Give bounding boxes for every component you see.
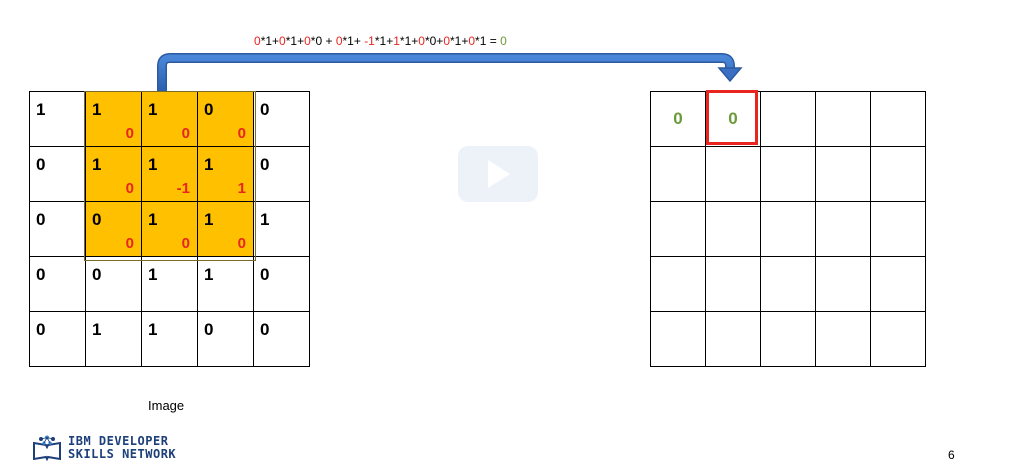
pixel-value: 1 [92, 100, 102, 119]
kernel-weight: 0 [237, 125, 246, 142]
output-cell [761, 147, 816, 202]
pixel-value: 1 [148, 265, 158, 284]
image-cell: 1 [30, 92, 86, 147]
pixel-value: 0 [92, 265, 102, 284]
output-cell [706, 312, 761, 367]
image-cell: 0 [30, 257, 86, 312]
pixel-value: 0 [36, 320, 46, 339]
kernel-weight: 0 [125, 180, 134, 197]
image-cell: 10 [86, 147, 142, 202]
image-cell: 0 [254, 92, 310, 147]
pixel-value: 1 [148, 320, 158, 339]
output-cell [816, 202, 871, 257]
book-network-icon [33, 435, 61, 461]
pixel-value: 0 [36, 210, 46, 229]
pixel-value: 1 [148, 210, 158, 229]
pixel-value: 0 [260, 265, 270, 284]
image-cell: 1 [86, 312, 142, 367]
kernel-weight: 0 [181, 235, 190, 252]
output-cell [706, 147, 761, 202]
output-cell [651, 312, 706, 367]
pixel-value: 1 [260, 210, 270, 229]
output-cell [706, 257, 761, 312]
image-cell: 0 [254, 147, 310, 202]
pixel-value: 1 [148, 155, 158, 174]
output-cell [871, 147, 926, 202]
pixel-value: 1 [148, 100, 158, 119]
output-cell [871, 92, 926, 147]
pixel-value: 0 [204, 100, 214, 119]
output-cell [761, 202, 816, 257]
kernel-weight: 0 [181, 125, 190, 142]
image-cell: 0 [254, 257, 310, 312]
image-cell: 0 [86, 257, 142, 312]
output-cell [651, 147, 706, 202]
output-cell [761, 257, 816, 312]
output-cell [706, 202, 761, 257]
output-cell [871, 312, 926, 367]
kernel-weight: -1 [176, 180, 190, 197]
image-cell: 10 [142, 202, 198, 257]
output-highlight-box [706, 90, 758, 145]
output-cell [761, 92, 816, 147]
pixel-value: 1 [204, 210, 214, 229]
output-cell [651, 257, 706, 312]
image-cell: 1 [142, 312, 198, 367]
pixel-value: 1 [204, 155, 214, 174]
image-cell: 1 [198, 257, 254, 312]
image-cell: 0 [254, 312, 310, 367]
logo-line2: SKILLS NETWORK [68, 447, 177, 461]
image-cell: 11 [198, 147, 254, 202]
ibm-logo: IBM DEVELOPER SKILLS NETWORK [32, 435, 176, 461]
pixel-value: 1 [36, 100, 46, 119]
image-cell: 0 [198, 312, 254, 367]
image-cell: 0 [30, 147, 86, 202]
image-cell: 00 [198, 92, 254, 147]
pixel-value: 1 [92, 155, 102, 174]
output-feature-map-grid: 00 [650, 91, 926, 367]
pixel-value: 0 [260, 100, 270, 119]
output-cell [761, 312, 816, 367]
output-cell: 0 [651, 92, 706, 147]
output-cell [816, 312, 871, 367]
image-cell: 1 [254, 202, 310, 257]
kernel-weight: 1 [237, 180, 246, 197]
output-cell [816, 92, 871, 147]
pixel-value: 0 [36, 265, 46, 284]
image-cell: 0 [30, 312, 86, 367]
output-value: 0 [673, 109, 683, 128]
pixel-value: 0 [204, 320, 214, 339]
image-cell: 00 [86, 202, 142, 257]
pixel-value: 1 [92, 320, 102, 339]
image-cell: 10 [142, 92, 198, 147]
kernel-weight: 0 [237, 235, 246, 252]
input-image-grid: 1 1 0 1 0 0 0 0 0 1 0 1 -1 1 1 0 0 0 0 1 0 1 0 1 0 0 1 1 0 0 1 1 0 0 [29, 91, 310, 367]
image-cell: 1 [142, 257, 198, 312]
output-cell [871, 257, 926, 312]
pixel-value: 0 [260, 155, 270, 174]
image-cell: 0 [30, 202, 86, 257]
page-number: 6 [948, 448, 955, 462]
pixel-value: 1 [204, 265, 214, 284]
image-caption: Image [148, 398, 185, 413]
output-cell [871, 202, 926, 257]
image-cell: 10 [86, 92, 142, 147]
pixel-value: 0 [92, 210, 102, 229]
image-cell: 1 -1 [142, 147, 198, 202]
pixel-value: 0 [260, 320, 270, 339]
kernel-weight: 0 [125, 235, 134, 252]
kernel-weight: 0 [125, 125, 134, 142]
output-cell [816, 147, 871, 202]
pixel-value: 0 [36, 155, 46, 174]
image-cell: 10 [198, 202, 254, 257]
output-cell [816, 257, 871, 312]
output-cell [651, 202, 706, 257]
